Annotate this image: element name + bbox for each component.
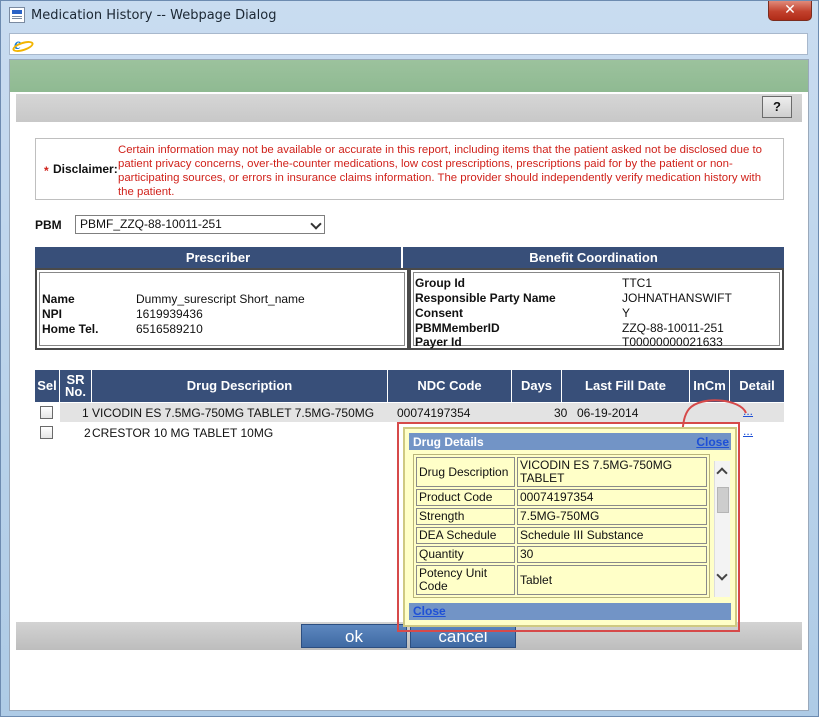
detail-label: Drug Description xyxy=(416,457,515,487)
detail-label: DEA Schedule xyxy=(416,527,515,544)
payer-id-value: T00000000021633 xyxy=(622,335,723,349)
row-select-checkbox[interactable] xyxy=(40,426,53,439)
detail-row: Product Code 00074197354 xyxy=(416,489,707,506)
detail-row: Quantity 30 xyxy=(416,546,707,563)
toolbar: ? xyxy=(16,94,802,122)
prescriber-npi-label: NPI xyxy=(42,307,63,321)
detail-row: DEA Schedule Schedule III Substance xyxy=(416,527,707,544)
dialog-window: Medication History -- Webpage Dialog ✕ e… xyxy=(0,0,819,717)
header-band xyxy=(10,60,808,92)
drug-details-popup: Drug Details Close Drug Description VICO… xyxy=(403,427,737,627)
popup-footer: Close xyxy=(409,603,731,620)
col-last-fill-date[interactable]: Last Fill Date xyxy=(562,370,690,402)
col-days[interactable]: Days xyxy=(512,370,562,402)
prescriber-tel-value: 6516589210 xyxy=(136,322,203,336)
popup-close-link-top[interactable]: Close xyxy=(696,435,729,449)
detail-value: VICODIN ES 7.5MG-750MG TABLET xyxy=(517,457,707,487)
row-last-fill-date: 06-19-2014 xyxy=(577,406,639,420)
responsible-party-label: Responsible Party Name xyxy=(415,291,556,305)
pbm-label: PBM xyxy=(35,218,62,232)
prescriber-header: Prescriber xyxy=(35,247,401,268)
popup-scrollbar[interactable] xyxy=(714,461,730,597)
scrollbar-thumb[interactable] xyxy=(717,487,729,513)
row-detail-link[interactable]: ... xyxy=(743,404,753,418)
popup-title: Drug Details xyxy=(413,435,484,449)
detail-row: Potency Unit Code Tablet xyxy=(416,565,707,595)
group-id-value: TTC1 xyxy=(622,276,652,290)
chevron-down-icon xyxy=(310,218,322,230)
detail-label: Product Code xyxy=(416,489,515,506)
benefit-panel: Group Id TTC1 Responsible Party Name JOH… xyxy=(409,268,784,350)
detail-value: 7.5MG-750MG xyxy=(517,508,707,525)
group-id-label: Group Id xyxy=(415,276,465,290)
table-row: 1 VICODIN ES 7.5MG-750MG TABLET 7.5MG-75… xyxy=(35,403,784,422)
prescriber-panel: Name Dummy_surescript Short_name NPI 161… xyxy=(35,268,409,350)
prescriber-name-value: Dummy_surescript Short_name xyxy=(136,292,305,306)
pbm-member-id-label: PBMMemberID xyxy=(415,321,500,335)
responsible-party-value: JOHNATHANSWIFT xyxy=(622,291,732,305)
pbm-select[interactable]: PBMF_ZZQ-88-10011-251 xyxy=(75,215,325,234)
detail-value: 30 xyxy=(517,546,707,563)
pbm-member-id-value: ZZQ-88-10011-251 xyxy=(622,321,724,335)
row-sr-no: 2 xyxy=(84,426,91,440)
detail-row: Strength 7.5MG-750MG xyxy=(416,508,707,525)
row-sr-no: 1 xyxy=(82,406,89,420)
detail-label: Strength xyxy=(416,508,515,525)
consent-label: Consent xyxy=(415,306,463,320)
row-drug-description: VICODIN ES 7.5MG-750MG TABLET 7.5MG-750M… xyxy=(92,406,375,420)
required-star: * xyxy=(44,164,49,178)
detail-value: 00074197354 xyxy=(517,489,707,506)
title-bar: Medication History -- Webpage Dialog ✕ xyxy=(1,1,818,31)
dialog-icon xyxy=(9,7,25,23)
row-drug-description: CRESTOR 10 MG TABLET 10MG xyxy=(92,426,274,440)
row-select-checkbox[interactable] xyxy=(40,406,53,419)
prescriber-tel-label: Home Tel. xyxy=(42,322,99,336)
detail-label: Potency Unit Code xyxy=(416,565,515,595)
detail-value: Tablet xyxy=(517,565,707,595)
disclaimer-label: Disclaimer: xyxy=(53,162,118,176)
popup-header: Drug Details Close xyxy=(409,433,731,450)
benefit-header: Benefit Coordination xyxy=(403,247,784,268)
detail-label: Quantity xyxy=(416,546,515,563)
disclaimer-text: Certain information may not be available… xyxy=(118,144,762,198)
payer-id-label: Payer Id xyxy=(415,335,462,349)
col-ndc-code[interactable]: NDC Code xyxy=(388,370,512,402)
consent-value: Y xyxy=(622,306,631,320)
chevron-down-icon[interactable] xyxy=(716,569,728,581)
chevron-up-icon[interactable] xyxy=(716,467,728,479)
col-sr-no: SR No. xyxy=(60,370,92,402)
disclaimer-box: * Disclaimer: Certain information may no… xyxy=(35,138,784,200)
pbm-selected-value: PBMF_ZZQ-88-10011-251 xyxy=(80,217,222,231)
detail-row: Drug Description VICODIN ES 7.5MG-750MG … xyxy=(416,457,707,487)
row-days: 30 xyxy=(554,406,568,420)
prescriber-npi-value: 1619939436 xyxy=(136,307,203,321)
col-detail: Detail xyxy=(739,378,775,393)
window-title: Medication History -- Webpage Dialog xyxy=(31,8,277,23)
internet-explorer-icon: e xyxy=(14,36,31,53)
row-ndc-code: 00074197354 xyxy=(397,406,471,420)
col-drug-description[interactable]: Drug Description xyxy=(92,370,388,402)
address-bar: e xyxy=(9,33,808,55)
drug-details-table: Drug Description VICODIN ES 7.5MG-750MG … xyxy=(413,454,710,598)
col-sel: Sel xyxy=(35,370,60,402)
ok-button[interactable]: ok xyxy=(301,624,407,648)
popup-close-link-bottom[interactable]: Close xyxy=(413,604,446,618)
row-detail-link[interactable]: ... xyxy=(743,424,753,438)
detail-value: Schedule III Substance xyxy=(517,527,707,544)
col-incm: InCm xyxy=(690,370,730,402)
medication-grid-header: Sel SR No. Drug Description NDC Code Day… xyxy=(35,370,784,402)
help-button[interactable]: ? xyxy=(762,96,792,118)
window-close-button[interactable]: ✕ xyxy=(768,1,812,21)
prescriber-name-label: Name xyxy=(42,292,75,306)
